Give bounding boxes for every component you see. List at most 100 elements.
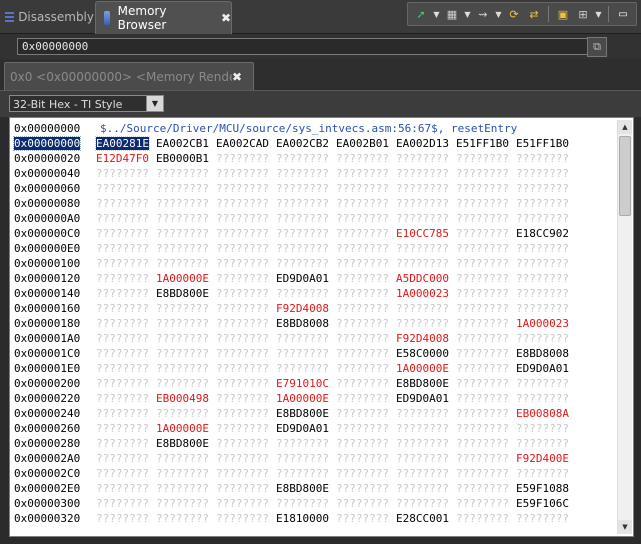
memory-cell[interactable]: ???????? [216,392,269,405]
memory-cell[interactable]: ???????? [336,497,389,510]
memory-cell[interactable]: ???????? [216,152,269,165]
memory-cell[interactable]: ???????? [156,347,209,360]
memory-cell[interactable]: ???????? [216,242,269,255]
memory-cell[interactable]: 1A00000E [276,392,329,405]
memory-cell[interactable]: 1A00000E [396,362,449,375]
memory-cell[interactable]: ???????? [516,467,569,480]
memory-cell[interactable]: ???????? [456,287,509,300]
memory-cell[interactable]: ???????? [336,482,389,495]
row-address[interactable]: 0x000001E0 [14,362,80,375]
memory-cell[interactable]: ???????? [96,452,149,465]
row-address[interactable]: 0x00000220 [14,392,80,405]
memory-cell[interactable]: ???????? [96,422,149,435]
memory-cell[interactable]: ???????? [156,467,209,480]
memory-cell[interactable]: ???????? [96,362,149,375]
memory-cell[interactable]: E8BD8008 [276,317,329,330]
memory-cell[interactable]: ???????? [156,377,209,390]
memory-cell[interactable]: ???????? [156,227,209,240]
memory-cell[interactable]: ???????? [456,362,509,375]
memory-cell[interactable]: ???????? [396,317,449,330]
memory-cell[interactable]: ???????? [96,317,149,330]
memory-cell[interactable]: ???????? [96,212,149,225]
row-address[interactable]: 0x00000040 [14,167,80,180]
memory-cell[interactable]: ???????? [276,227,329,240]
memory-cell[interactable]: ???????? [456,302,509,315]
memory-cell[interactable]: ???????? [516,437,569,450]
memory-cell[interactable]: ???????? [216,332,269,345]
close-icon[interactable]: ✖ [221,11,231,25]
memory-cell[interactable]: ???????? [216,377,269,390]
memory-cell[interactable]: ???????? [456,437,509,450]
row-address[interactable]: 0x000002A0 [14,452,80,465]
memory-cell[interactable]: ???????? [336,317,389,330]
memory-cell[interactable]: ???????? [216,422,269,435]
memory-cell[interactable]: ???????? [276,287,329,300]
memory-cell[interactable]: ???????? [456,257,509,270]
memory-cell[interactable]: EA002D13 [396,137,449,150]
memory-cell[interactable]: ???????? [156,167,209,180]
memory-cell[interactable]: ???????? [156,257,209,270]
memory-cell[interactable]: ???????? [276,437,329,450]
memory-cell[interactable]: ???????? [216,467,269,480]
row-address[interactable]: 0x000000E0 [14,242,80,255]
view-menu-icon[interactable]: ▭ [614,5,632,23]
memory-cell[interactable]: ???????? [276,347,329,360]
memory-cell[interactable]: ???????? [396,182,449,195]
memory-cell[interactable]: ???????? [96,392,149,405]
memory-cell[interactable]: 1A000023 [396,287,449,300]
memory-cell[interactable]: ???????? [216,482,269,495]
memory-cell[interactable]: EB00808A [516,407,569,420]
memory-cell[interactable]: ???????? [516,257,569,270]
chevron-down-icon[interactable]: ▼ [432,5,441,23]
row-address[interactable]: 0x00000080 [14,197,80,210]
memory-cell[interactable]: 1A00000E [156,272,209,285]
new-tab-button[interactable]: ⧉ [587,37,607,57]
memory-cell[interactable]: ???????? [456,347,509,360]
memory-cell[interactable]: ???????? [156,482,209,495]
memory-cell[interactable]: ???????? [516,212,569,225]
memory-cell[interactable]: ???????? [516,392,569,405]
memory-cell[interactable]: ???????? [156,182,209,195]
memory-cell[interactable]: ???????? [396,167,449,180]
vertical-scrollbar[interactable]: ▲ ▼ [617,120,632,534]
memory-cell[interactable]: ???????? [396,497,449,510]
memory-cell[interactable]: ???????? [516,152,569,165]
memory-rendering-view[interactable]: 0x00000000 $../Source/Driver/MCU/source/… [9,117,634,537]
memory-cell[interactable]: F92D400E [516,452,569,465]
row-address[interactable]: 0x000000C0 [14,227,80,240]
memory-cell[interactable]: ???????? [276,467,329,480]
memory-cell[interactable]: ???????? [216,512,269,525]
memory-cell[interactable]: E10CC785 [396,227,449,240]
memory-cell[interactable]: ???????? [96,287,149,300]
memory-cell[interactable]: ???????? [336,332,389,345]
memory-cell[interactable]: ???????? [456,272,509,285]
memory-cell[interactable]: ???????? [336,347,389,360]
chevron-down-icon[interactable]: ▼ [594,5,603,23]
memory-cell[interactable]: F92D4008 [396,332,449,345]
row-address[interactable]: 0x00000260 [14,422,80,435]
memory-cell[interactable]: ???????? [156,407,209,420]
memory-cell[interactable]: ???????? [456,332,509,345]
row-address[interactable]: 0x000001C0 [14,347,80,360]
chevron-down-icon[interactable]: ▼ [494,5,503,23]
scroll-down-icon[interactable]: ▼ [618,520,632,534]
memory-cell[interactable]: ???????? [516,167,569,180]
memory-cell[interactable]: ???????? [276,182,329,195]
row-address[interactable]: 0x000002E0 [14,482,80,495]
memory-cell[interactable]: E12D47F0 [96,152,149,165]
memory-cell[interactable]: ???????? [96,242,149,255]
memory-cell[interactable]: ???????? [456,182,509,195]
memory-cell[interactable]: ???????? [456,152,509,165]
row-address[interactable]: 0x000002C0 [14,467,80,480]
memory-cell[interactable]: EA002CB2 [276,137,329,150]
memory-cell[interactable]: E51FF1B0 [456,137,509,150]
row-address[interactable]: 0x00000300 [14,497,80,510]
memory-cell[interactable]: ED9D0A01 [276,272,329,285]
memory-cell[interactable]: ???????? [216,362,269,375]
memory-cell[interactable]: ???????? [456,452,509,465]
sync-icon[interactable]: ⇄ [525,5,543,23]
row-address[interactable]: 0x000000A0 [14,212,80,225]
memory-cell[interactable]: ???????? [96,167,149,180]
memory-cell[interactable]: ???????? [396,257,449,270]
chevron-down-icon[interactable]: ▼ [146,96,163,111]
